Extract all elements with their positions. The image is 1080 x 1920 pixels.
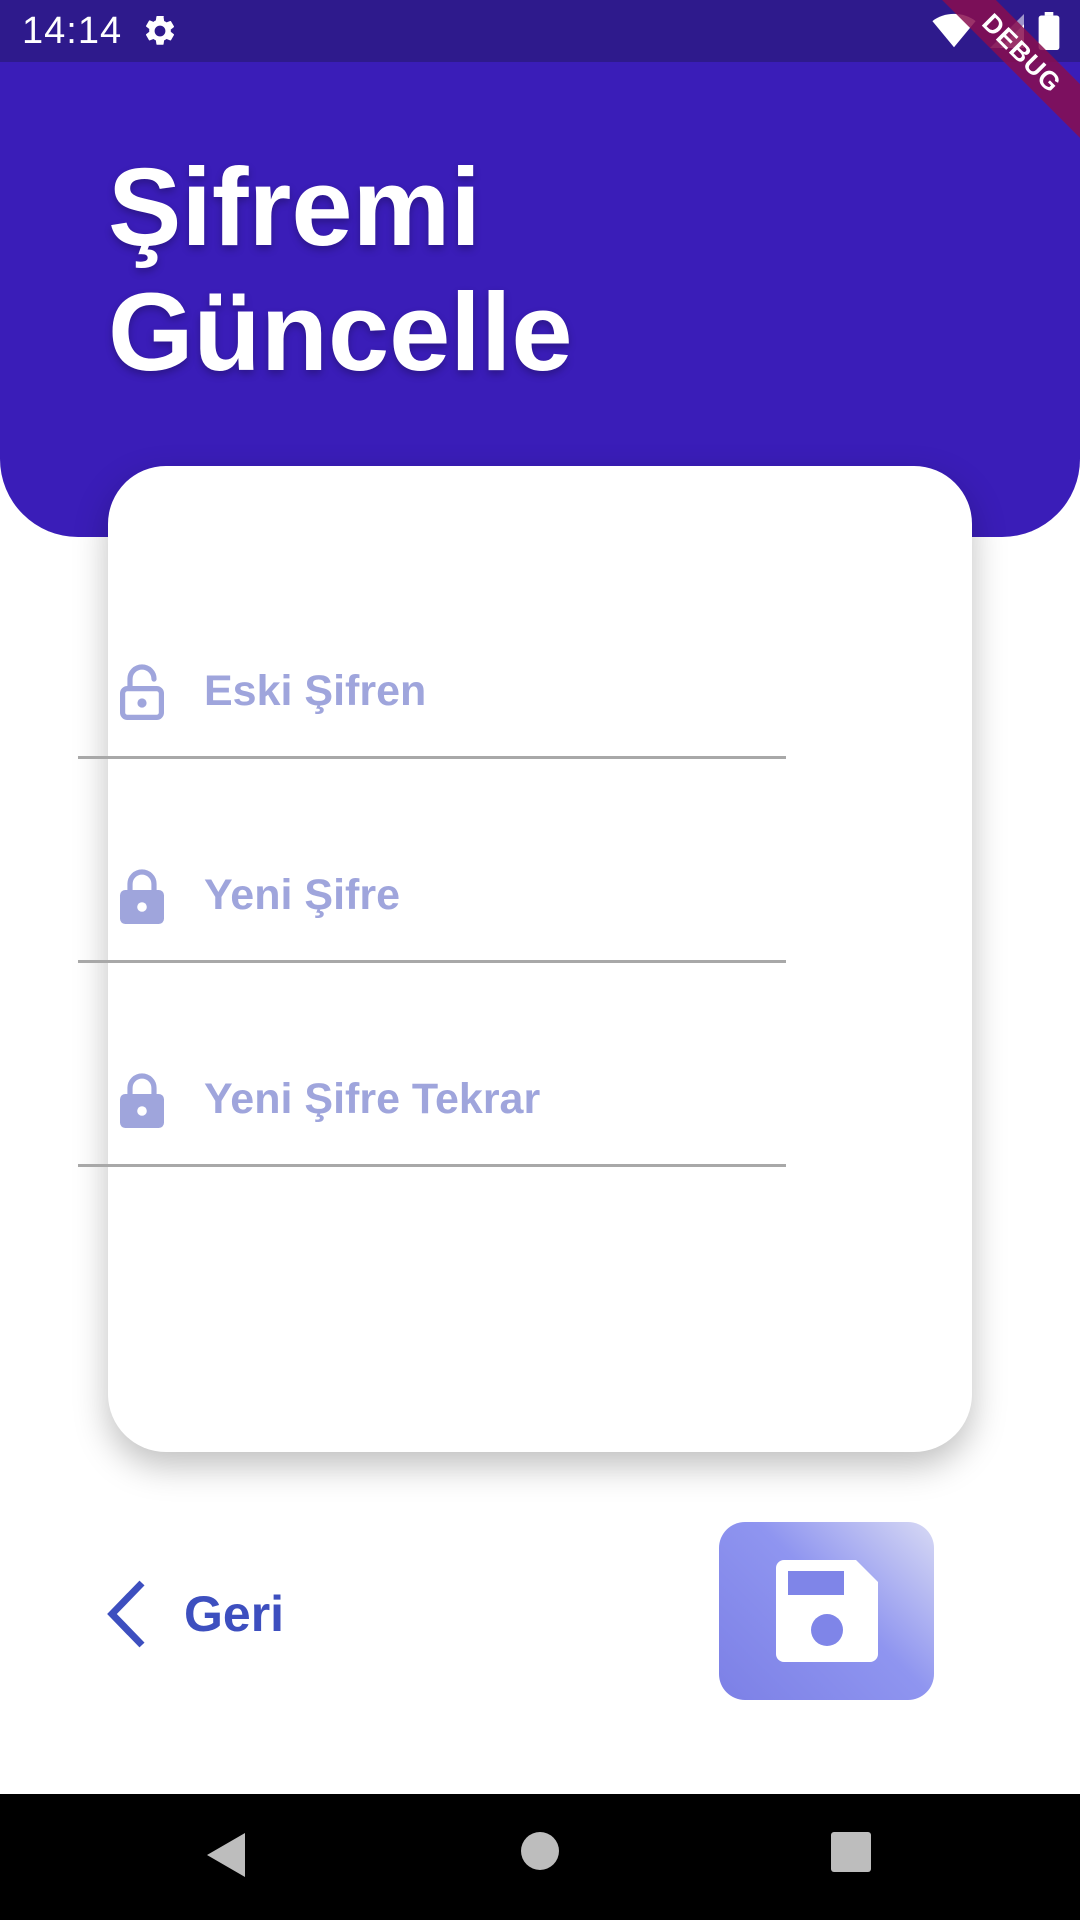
page-title: Şifremi Güncelle (108, 145, 573, 395)
status-icons (932, 12, 1060, 50)
nav-back-icon[interactable] (205, 1831, 247, 1879)
page-title-line1: Şifremi (108, 146, 481, 269)
gear-icon (145, 15, 175, 45)
lock-open-icon (119, 664, 164, 720)
old-password-placeholder: Eski Şifren (204, 667, 427, 715)
wifi-icon (932, 13, 976, 48)
status-bar: 14:14 (0, 0, 1080, 62)
back-label: Geri (184, 1586, 285, 1642)
confirm-password-field[interactable]: Yeni Şifre Tekrar (78, 1024, 786, 1167)
back-button[interactable]: Geri (104, 1572, 284, 1656)
old-password-field[interactable]: Eski Şifren (78, 616, 786, 759)
page-title-line2: Güncelle (108, 271, 573, 394)
new-password-field[interactable]: Yeni Şifre (78, 820, 786, 963)
navigation-bar (0, 1794, 1080, 1920)
signal-icon (990, 14, 1024, 48)
lock-icon (120, 1073, 164, 1128)
status-time: 14:14 (22, 10, 123, 52)
nav-recents-icon[interactable] (831, 1832, 871, 1872)
battery-icon (1038, 12, 1060, 50)
chevron-left-icon (107, 1580, 145, 1648)
nav-home-icon[interactable] (520, 1831, 560, 1871)
save-button[interactable] (719, 1522, 934, 1700)
lock-icon (120, 869, 164, 924)
new-password-placeholder: Yeni Şifre (204, 871, 400, 919)
confirm-password-placeholder: Yeni Şifre Tekrar (204, 1075, 541, 1123)
save-icon (775, 1560, 878, 1662)
